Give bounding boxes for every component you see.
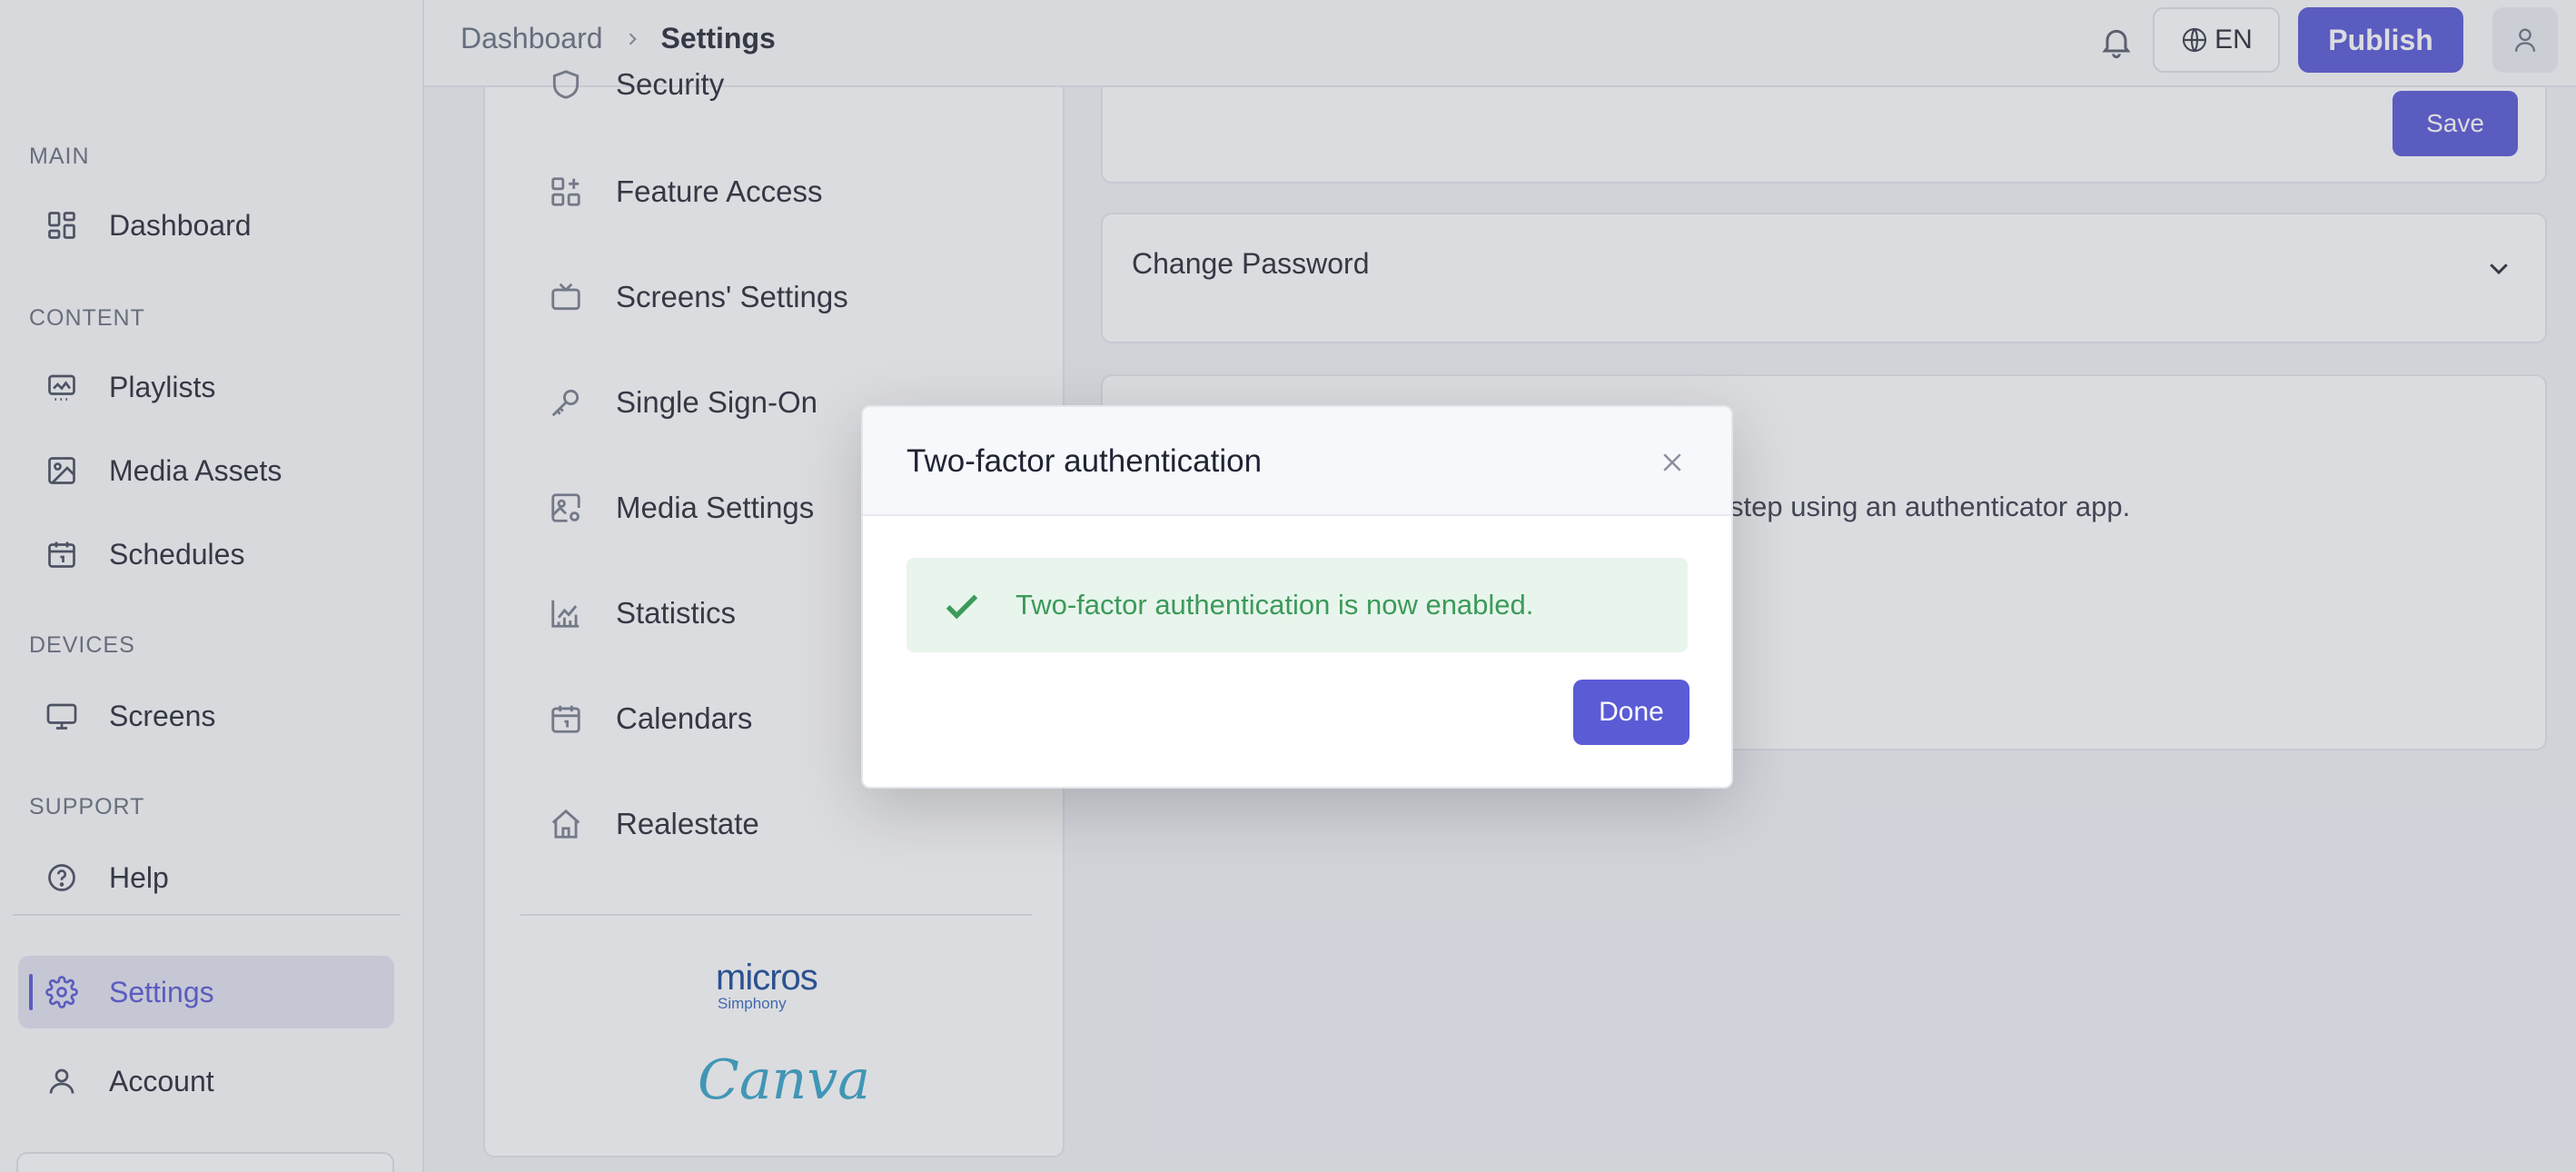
success-message: Two-factor authentication is now enabled… <box>1016 589 1534 621</box>
two-factor-modal: Two-factor authentication Two-factor aut… <box>861 405 1733 789</box>
modal-title: Two-factor authentication <box>907 443 1263 479</box>
success-alert: Two-factor authentication is now enabled… <box>907 558 1688 652</box>
close-button[interactable] <box>1659 449 1686 476</box>
modal-header: Two-factor authentication <box>863 407 1731 516</box>
check-icon <box>946 594 978 620</box>
close-icon <box>1663 453 1681 472</box>
done-button[interactable]: Done <box>1573 680 1689 745</box>
